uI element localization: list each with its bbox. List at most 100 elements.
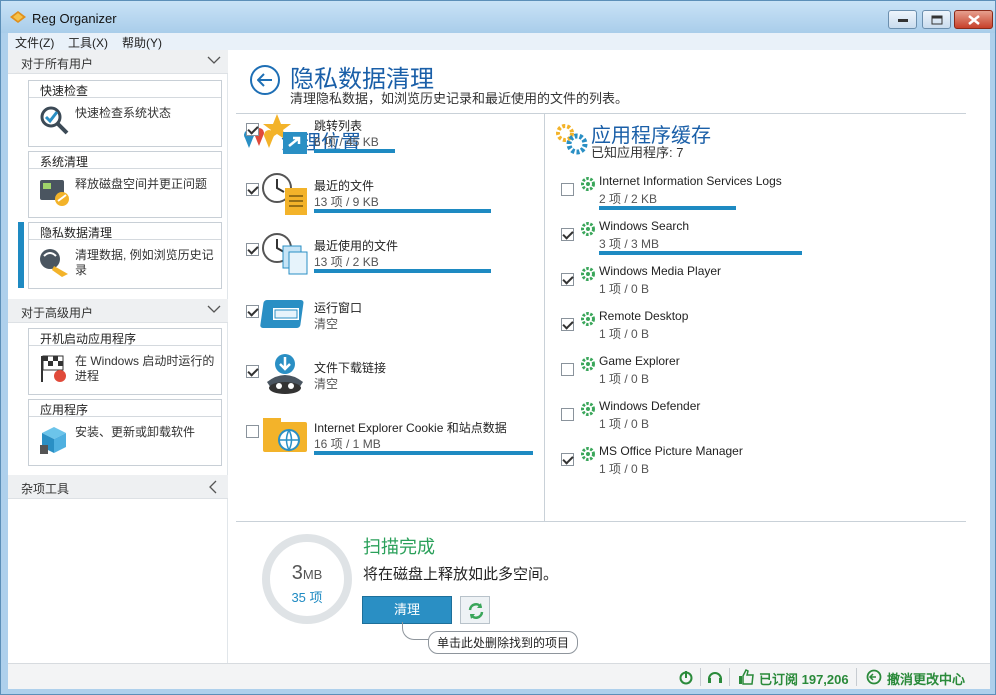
privacy-broom-icon bbox=[40, 249, 68, 277]
close-icon bbox=[967, 14, 980, 25]
title-bar[interactable]: Reg Organizer bbox=[1, 1, 995, 33]
cache-item[interactable]: Internet Information Services Logs 2 项 / … bbox=[553, 174, 973, 218]
group-misc-tools[interactable]: 杂项工具 bbox=[8, 475, 228, 499]
card-system-cleanup[interactable]: 系统清理 释放磁盘空间并更正问题 bbox=[28, 151, 222, 218]
app-window: Reg Organizer 文件(Z) 工具(X) 帮助(Y) 对于所有用户 快… bbox=[0, 0, 996, 695]
cache-item[interactable]: Game Explorer 1 项 / 0 B bbox=[553, 354, 973, 398]
location-checkbox[interactable] bbox=[246, 183, 259, 196]
location-checkbox[interactable] bbox=[246, 365, 259, 378]
cache-name: Windows Defender bbox=[599, 399, 701, 413]
menu-tools[interactable]: 工具(X) bbox=[68, 34, 108, 51]
location-item[interactable]: Internet Explorer Cookie 和站点数据 16 项 / 1 M… bbox=[236, 412, 536, 462]
card-text: 在 Windows 启动时运行的进程 bbox=[75, 354, 215, 383]
location-detail: 16 项 / 1 MB bbox=[314, 437, 381, 451]
location-item[interactable]: 文件下载链接 清空 bbox=[236, 352, 536, 402]
menu-help[interactable]: 帮助(Y) bbox=[122, 34, 162, 51]
headset-icon[interactable] bbox=[707, 669, 723, 685]
status-separator bbox=[856, 668, 857, 686]
menu-file[interactable]: 文件(Z) bbox=[15, 34, 54, 51]
group-advanced-users[interactable]: 对于高级用户 bbox=[8, 299, 228, 323]
card-text: 释放磁盘空间并更正问题 bbox=[75, 177, 208, 191]
location-name: 运行窗口 bbox=[314, 301, 363, 315]
card-text: 快速检查系统状态 bbox=[75, 106, 172, 120]
rescan-button[interactable] bbox=[460, 596, 490, 624]
location-checkbox[interactable] bbox=[246, 123, 259, 136]
arrow-left-icon bbox=[257, 73, 272, 87]
cache-item[interactable]: Windows Defender 1 项 / 0 B bbox=[553, 399, 973, 443]
location-item[interactable]: 运行窗口 清空 bbox=[236, 292, 536, 342]
cache-checkbox[interactable] bbox=[561, 453, 574, 466]
thumbs-up-icon bbox=[739, 669, 754, 685]
location-item[interactable]: 跳转列表 6 项 / 45 KB bbox=[236, 112, 536, 162]
card-applications[interactable]: 应用程序 安装、更新或卸载软件 bbox=[28, 399, 222, 466]
cache-item[interactable]: Remote Desktop 1 项 / 0 B bbox=[553, 309, 973, 353]
clean-button[interactable]: 清理 bbox=[362, 596, 452, 624]
clock-document-icon bbox=[262, 173, 307, 215]
gear-icon bbox=[581, 267, 595, 281]
card-startup-apps[interactable]: 开机启动应用程序 在 Windows 启动时运行的进程 bbox=[28, 328, 222, 395]
location-detail: 6 项 / 45 KB bbox=[314, 135, 379, 149]
cache-name: MS Office Picture Manager bbox=[599, 444, 743, 458]
cache-item[interactable]: Windows Media Player 1 项 / 0 B bbox=[553, 264, 973, 308]
undo-center-link[interactable]: 撤消更改中心 bbox=[887, 669, 965, 688]
location-name: 文件下载链接 bbox=[314, 361, 387, 375]
location-detail: 清空 bbox=[314, 317, 339, 331]
refresh-icon bbox=[468, 603, 484, 619]
cache-name: Internet Information Services Logs bbox=[599, 174, 782, 188]
group-label: 对于高级用户 bbox=[21, 306, 94, 320]
cache-item[interactable]: Windows Search 3 项 / 3 MB bbox=[553, 219, 973, 263]
location-name: 最近的文件 bbox=[314, 179, 375, 193]
minimize-button[interactable] bbox=[888, 10, 917, 29]
maximize-button[interactable] bbox=[922, 10, 951, 29]
cache-checkbox[interactable] bbox=[561, 363, 574, 376]
cache-name: Remote Desktop bbox=[599, 309, 689, 323]
cache-checkbox[interactable] bbox=[561, 183, 574, 196]
scan-summary-ring: 3MB 35 项 bbox=[262, 534, 352, 624]
chevron-left-icon bbox=[209, 480, 217, 494]
location-checkbox[interactable] bbox=[246, 305, 259, 318]
group-all-users[interactable]: 对于所有用户 bbox=[8, 50, 228, 74]
cache-size-bar bbox=[599, 206, 736, 210]
column-divider bbox=[544, 114, 545, 521]
ie-folder-icon bbox=[263, 418, 307, 452]
cache-detail: 1 项 / 0 B bbox=[599, 417, 650, 431]
power-icon[interactable] bbox=[678, 669, 694, 685]
card-title: 开机启动应用程序 bbox=[29, 329, 221, 346]
download-spy-icon bbox=[267, 354, 303, 394]
back-button[interactable] bbox=[250, 65, 280, 95]
startup-flag-icon bbox=[41, 355, 66, 382]
magnifier-check-icon bbox=[40, 106, 69, 135]
close-button[interactable] bbox=[954, 10, 993, 29]
cache-checkbox[interactable] bbox=[561, 408, 574, 421]
clean-tooltip: 单击此处删除找到的项目 bbox=[428, 631, 579, 654]
client-area: 对于所有用户 快速检查 快速检查系统状态 系统清理 释放磁盘空间并更正问题 隐私… bbox=[8, 50, 990, 663]
location-checkbox[interactable] bbox=[246, 425, 259, 438]
location-detail: 13 项 / 2 KB bbox=[314, 255, 379, 269]
location-detail: 13 项 / 9 KB bbox=[314, 195, 379, 209]
scan-size: 3MB bbox=[270, 562, 344, 585]
location-item[interactable]: 最近使用的文件 13 项 / 2 KB bbox=[236, 232, 536, 282]
cache-name: Game Explorer bbox=[599, 354, 680, 368]
cache-item[interactable]: MS Office Picture Manager 1 项 / 0 B bbox=[553, 444, 973, 488]
app-logo-icon bbox=[10, 11, 26, 23]
card-privacy-cleanup[interactable]: 隐私数据清理 清理数据, 例如浏览历史记录 bbox=[28, 222, 222, 289]
cache-checkbox[interactable] bbox=[561, 228, 574, 241]
scan-items-count: 35 项 bbox=[291, 590, 323, 605]
card-title: 快速检查 bbox=[29, 81, 221, 98]
group-label: 杂项工具 bbox=[21, 482, 70, 496]
card-title: 应用程序 bbox=[29, 400, 221, 417]
minimize-icon bbox=[897, 18, 908, 22]
cache-checkbox[interactable] bbox=[561, 318, 574, 331]
active-indicator bbox=[18, 222, 24, 288]
card-quick-check[interactable]: 快速检查 快速检查系统状态 bbox=[28, 80, 222, 147]
clock-files-icon bbox=[262, 233, 308, 275]
main-panel: 隐私数据清理 清理隐私数据，如浏览历史记录和最近使用的文件的列表。 清理位置 跳… bbox=[236, 50, 990, 663]
gear-icon bbox=[581, 312, 595, 326]
chevron-down-icon bbox=[207, 305, 221, 313]
location-checkbox[interactable] bbox=[246, 243, 259, 256]
subscribed-count[interactable]: 已订阅 197,206 bbox=[759, 669, 849, 688]
cache-checkbox[interactable] bbox=[561, 273, 574, 286]
window-title: Reg Organizer bbox=[32, 11, 117, 26]
gear-icon bbox=[581, 447, 595, 461]
location-item[interactable]: 最近的文件 13 项 / 9 KB bbox=[236, 172, 536, 222]
